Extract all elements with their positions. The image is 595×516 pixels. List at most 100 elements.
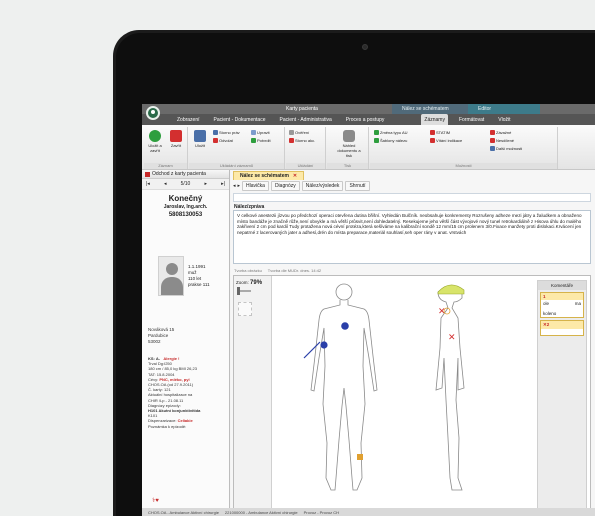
save-close-button[interactable]: Uložit a zavřít: [145, 130, 165, 153]
ribbon-group-zaznam: Uložit a zavřít Zavřít Záznam: [144, 127, 188, 169]
potvrdit-label: Potvrdit: [257, 138, 271, 143]
patient-navigator: |◂ ◂ 5/10 ▸ ▸|: [142, 179, 229, 190]
save-close-label: Uložit a zavřít: [148, 143, 162, 153]
status-operation[interactable]: Provoz - Provoz CH: [304, 510, 339, 515]
finding-button[interactable]: Nález/výsledek: [301, 181, 344, 191]
tab-document[interactable]: Nález se schématem ✕: [233, 171, 305, 180]
dalsi-moznosti-button[interactable]: Další možnosti: [490, 146, 522, 151]
patient-info: KS: A- Alergie ! Trval Dg:I250 180 cm / …: [148, 356, 228, 429]
tab-vlozit[interactable]: Vložit: [495, 114, 513, 125]
zoom-panel: Zoom: 79%: [234, 276, 272, 514]
context-tab-group-2: Editor: [468, 104, 540, 114]
heart-icon[interactable]: ⚕♥: [152, 497, 159, 504]
zavazne-button[interactable]: Závažné: [490, 130, 511, 135]
storno-prav-button[interactable]: Storno práv: [213, 130, 240, 135]
upravit-button[interactable]: Upravit: [251, 130, 270, 135]
last-icon[interactable]: ▸|: [221, 181, 225, 187]
edit-icon: [251, 130, 256, 135]
check-icon: [149, 130, 161, 142]
vitani-indikace-button[interactable]: Vítání indikace: [430, 138, 462, 143]
next-icon[interactable]: ▸: [204, 181, 207, 187]
comment-number-2: ✕2: [541, 321, 583, 329]
document-toolbar: ◂ ▸ Hlavička Diagnózy Nález/výsledek Shr…: [233, 181, 591, 191]
comment-item-2[interactable]: ✕2: [540, 320, 584, 336]
verify-icon: [289, 130, 294, 135]
group-label-tisk: Tisk: [327, 163, 368, 169]
summary-button[interactable]: Shrnutí: [345, 181, 370, 191]
schema-thumbnail[interactable]: [238, 302, 252, 316]
comment-body-2: koleno: [541, 310, 583, 317]
overeni-label: Ověření: [295, 130, 310, 135]
printer-icon: [343, 130, 355, 142]
vitani-indikace-label: Vítání indikace: [436, 138, 463, 143]
dispensary-label: Dispenzarizace:: [148, 418, 177, 424]
diagnoses-button[interactable]: Diagnózy: [270, 181, 300, 191]
patient-details: 1.1.1991 muž 110 let prakse 111: [188, 264, 210, 288]
save-icon: [194, 130, 206, 142]
first-icon[interactable]: |◂: [146, 181, 150, 187]
comment-text-2: ma: [574, 301, 581, 306]
indication-icon: [430, 138, 435, 143]
close-label: Zavřít: [170, 143, 182, 148]
dispensary-value: Celiakie: [177, 418, 193, 424]
app-logo-icon[interactable]: [146, 106, 160, 120]
close-icon[interactable]: ✕: [293, 173, 297, 179]
exit-icon: [145, 171, 150, 177]
patient-id: 5808130053: [168, 212, 203, 218]
document-tab-title: Nález se schématem: [240, 173, 289, 179]
comments-header: Komentáře: [538, 281, 586, 290]
save-label: Uložit: [194, 143, 205, 148]
overeni-button[interactable]: Ověření: [289, 130, 309, 135]
patient-clinic: prakse 111: [188, 282, 210, 287]
context-tab-group-1: Nález se schématem: [392, 104, 468, 114]
tab-zobrazeni[interactable]: Zobrazení: [174, 114, 203, 125]
tab-zaznamy[interactable]: Záznamy: [421, 114, 448, 125]
confirm-icon: [251, 138, 256, 143]
zmena-typu-button[interactable]: Změna typu AU: [374, 130, 408, 135]
patient-index: 5/10: [180, 181, 191, 187]
forward-icon[interactable]: ▸: [238, 183, 241, 189]
marker-dot: [341, 322, 349, 330]
header-field[interactable]: [233, 193, 591, 202]
avatar: [158, 256, 184, 296]
close-card-label: Odchod z karty pacienta: [152, 171, 206, 177]
tab-pacient-administrativa[interactable]: Pacient - Administrativa: [277, 114, 335, 125]
exclamation-icon: [430, 130, 435, 135]
comment-body-empty[interactable]: [541, 329, 583, 335]
header-button[interactable]: Hlavička: [242, 181, 269, 191]
status-department[interactable]: CHOS.OA - Ambulance Aktivní chirurgie: [148, 510, 219, 515]
statim-button[interactable]: STATIM: [430, 130, 450, 135]
status-bar: CHOS.OA - Ambulance Aktivní chirurgie 22…: [142, 508, 595, 516]
storno-akc-button[interactable]: Storno akc.: [289, 138, 315, 143]
tab-formatovat[interactable]: Formátovat: [456, 114, 487, 125]
finding-textarea[interactable]: V celkové anestezii jízvou po předchozí …: [233, 210, 591, 264]
patient-panel: Odchod z karty pacienta |◂ ◂ 5/10 ▸ ▸| K…: [142, 170, 230, 516]
schema-editor: Zoom: 79% ✕ ✕ Komentáře 1 ole ma koleno …: [233, 275, 591, 515]
close-card-button[interactable]: Odchod z karty pacienta: [142, 170, 229, 179]
zoom-slider[interactable]: [237, 287, 251, 295]
odvolat-label: Odvolat: [219, 138, 233, 143]
tab-pacient-dokumentace[interactable]: Pacient - Dokumentace: [211, 114, 269, 125]
nesdilene-button[interactable]: Nesdílené: [490, 138, 514, 143]
close-button[interactable]: Zavřít: [166, 130, 186, 148]
template-icon: [374, 138, 379, 143]
body-schema-canvas[interactable]: ✕ ✕: [278, 278, 538, 512]
ribbon: Uložit a zavřít Zavřít Záznam Uložit Sto…: [142, 125, 595, 170]
figure-info-1: Tvorba obrázku: [234, 268, 262, 273]
document-area: Nález se schématem ✕ ◂ ▸ Hlavička Diagnóz…: [231, 170, 595, 516]
odvolat-button[interactable]: Odvolat: [213, 138, 233, 143]
tab-proces-postupy[interactable]: Proces a postupy: [343, 114, 388, 125]
save-button[interactable]: Uložit: [190, 130, 210, 148]
group-label-zaznam: Záznam: [144, 163, 187, 169]
print-preview-button[interactable]: Náhled dokumentu a tisk: [337, 130, 361, 158]
comment-item-1[interactable]: 1 ole ma koleno: [540, 292, 584, 318]
potvrdit-button[interactable]: Potvrdit: [251, 138, 271, 143]
back-icon[interactable]: ◂: [233, 183, 236, 189]
sablony-button[interactable]: Šablony nálezu: [374, 138, 407, 143]
comment-number: 1: [541, 293, 583, 300]
comment-text-1: ole: [543, 301, 550, 306]
status-ambulance[interactable]: 221000000 - Ambulance Aktivní chirurgie: [225, 510, 298, 515]
change-type-icon: [374, 130, 379, 135]
prev-icon[interactable]: ◂: [164, 181, 167, 187]
dalsi-moznosti-label: Další možnosti: [496, 146, 523, 151]
